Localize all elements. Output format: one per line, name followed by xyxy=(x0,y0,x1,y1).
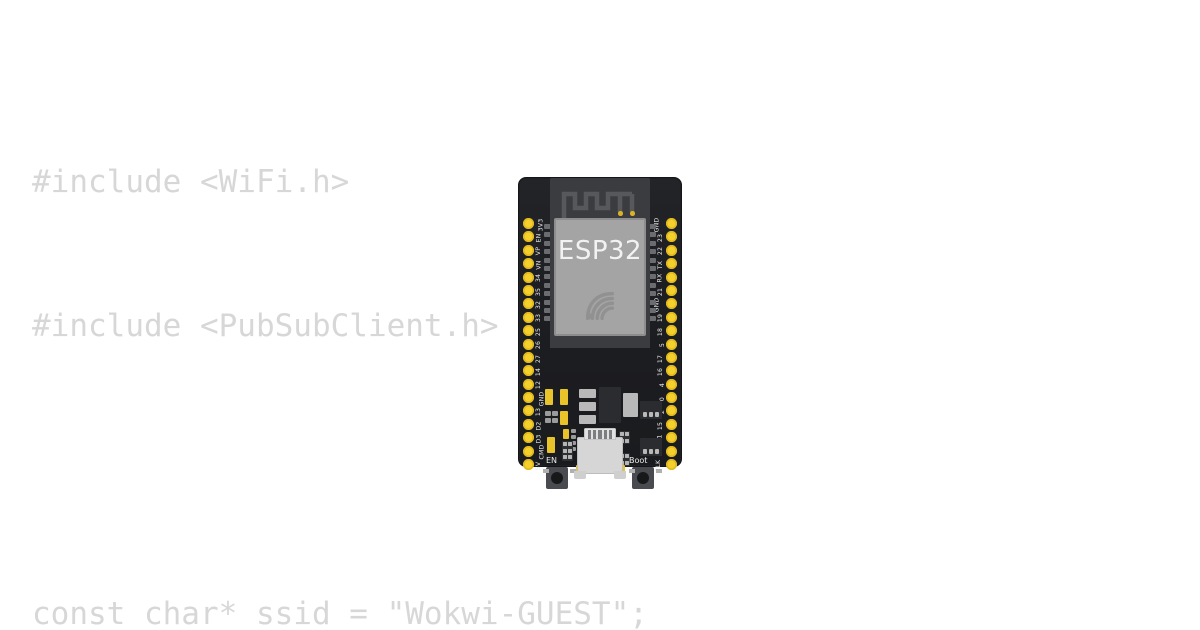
esp32-wroom-module: ESP32 xyxy=(550,178,650,348)
pin-label: VN xyxy=(535,260,543,270)
smd-component xyxy=(579,415,596,424)
pin-hole xyxy=(666,338,677,350)
capacitor xyxy=(547,437,555,453)
pin-label: 19 xyxy=(656,314,664,323)
resistor xyxy=(571,429,576,433)
pin-hole xyxy=(523,365,534,377)
pin-18-right[interactable]: 18 xyxy=(652,325,678,338)
usb-shell-foot xyxy=(614,471,626,479)
esp32-board: 3V3 EN VP VN 34 35 32 33 25 26 27 14 12 GND 13 D2 D3 CMD 5… xyxy=(519,145,681,489)
ic-pin xyxy=(649,449,653,454)
ic-pin xyxy=(655,412,659,417)
pin-hole xyxy=(523,218,534,229)
resistor xyxy=(545,418,551,423)
pin-14-left[interactable]: 14 xyxy=(522,365,548,378)
pin-27-left[interactable]: 27 xyxy=(522,351,548,365)
button-leg xyxy=(656,469,662,473)
resistor xyxy=(552,411,558,416)
usb-shell-foot xyxy=(574,471,586,479)
ic-pin xyxy=(643,412,647,417)
pin-label: 33 xyxy=(535,314,543,323)
pin-label: 27 xyxy=(535,354,543,363)
capacitor xyxy=(545,389,553,405)
module-side-pads-right xyxy=(649,224,656,325)
pin-label: 25 xyxy=(535,327,543,336)
pin-label: EN xyxy=(535,233,543,243)
resistor xyxy=(545,411,551,416)
pin-label: 5 xyxy=(658,343,666,348)
boot-button-label: Boot xyxy=(629,456,648,465)
capacitor xyxy=(560,411,568,425)
pin-26-left[interactable]: 26 xyxy=(522,338,548,352)
pin-hole xyxy=(523,311,534,323)
pin-hole xyxy=(523,338,534,350)
pin-hole xyxy=(666,231,677,243)
resistor xyxy=(571,435,576,439)
button-leg xyxy=(629,469,635,473)
pin-label: TX xyxy=(656,260,664,270)
capacitor xyxy=(560,389,568,405)
pin-hole xyxy=(523,258,534,270)
pin-label: 14 xyxy=(535,367,543,377)
pin-label: 22 xyxy=(656,247,664,256)
pin-hole xyxy=(523,244,534,256)
module-label: ESP32 xyxy=(557,236,643,266)
smd-pad-pair xyxy=(562,441,573,461)
pin-hole xyxy=(523,231,534,243)
pin-label: 34 xyxy=(535,274,543,283)
antenna-pad xyxy=(630,211,635,216)
smd-component xyxy=(579,402,596,411)
pin-label: 35 xyxy=(535,287,543,296)
pin-hole xyxy=(523,284,534,296)
pin-hole xyxy=(666,365,677,377)
pin-16-right[interactable]: 16 xyxy=(652,365,678,378)
smd-component xyxy=(579,389,596,398)
pin-label: 23 xyxy=(656,233,664,243)
en-button-label: EN xyxy=(546,456,558,465)
button-leg xyxy=(543,469,549,473)
pin-hole xyxy=(666,258,677,270)
pin-label: 32 xyxy=(535,300,543,310)
pin-label: 18 xyxy=(656,327,664,336)
pin-25-left[interactable]: 25 xyxy=(522,325,548,338)
pin-hole xyxy=(666,284,677,296)
pcb-body: 3V3 EN VP VN 34 35 32 33 25 26 27 14 12 GND 13 D2 D3 CMD 5… xyxy=(519,178,681,489)
antenna-pad xyxy=(618,211,623,216)
pin-hole xyxy=(523,271,534,283)
ic-pin xyxy=(655,449,659,454)
pin-hole xyxy=(666,325,677,337)
boot-button[interactable] xyxy=(632,467,654,489)
pin-label: 21 xyxy=(656,287,664,296)
pin-label: 26 xyxy=(535,341,543,350)
pin-hole xyxy=(523,351,534,363)
screenshot-canvas: #include <WiFi.h> #include <PubSubClient… xyxy=(0,0,1200,630)
smd-component xyxy=(623,393,638,417)
pin-hole xyxy=(666,298,677,310)
pin-5-right[interactable]: 5 xyxy=(652,338,678,352)
pin-label: RX xyxy=(656,273,664,283)
voltage-regulator xyxy=(599,387,621,423)
capacitor xyxy=(563,429,569,439)
pin-hole xyxy=(666,311,677,323)
pin-hole xyxy=(523,298,534,310)
resistor xyxy=(552,418,558,423)
pin-hole xyxy=(523,325,534,337)
espressif-wifi-logo-icon xyxy=(585,291,615,321)
pin-label: 17 xyxy=(656,354,664,363)
ic-pin xyxy=(649,412,653,417)
micro-usb-connector[interactable] xyxy=(574,428,626,479)
en-button[interactable] xyxy=(546,467,568,489)
pin-17-right[interactable]: 17 xyxy=(652,351,678,365)
code-line: const char* ssid = "Wokwi-GUEST"; xyxy=(32,596,648,630)
rf-shield: ESP32 xyxy=(554,218,646,336)
pin-label: 16 xyxy=(656,367,664,377)
pin-hole xyxy=(666,351,677,363)
pin-hole xyxy=(666,244,677,256)
pin-hole xyxy=(666,271,677,283)
pin-label: VP xyxy=(535,247,543,256)
ic-pin xyxy=(643,449,647,454)
pin-hole xyxy=(666,218,677,229)
usb-pins xyxy=(588,430,613,439)
